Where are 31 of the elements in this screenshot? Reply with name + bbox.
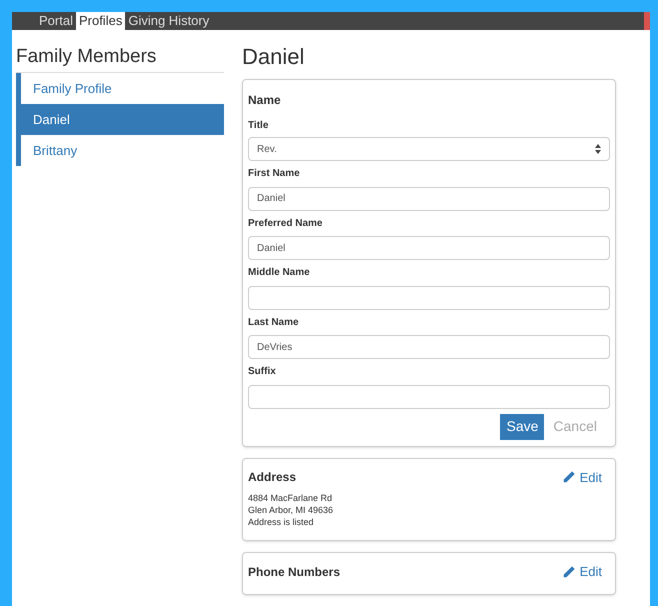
address-line: 4884 MacFarlane Rd — [248, 492, 334, 504]
card-title: Name — [248, 92, 282, 109]
text-field[interactable] — [248, 286, 610, 310]
page-title: Daniel — [242, 45, 306, 69]
nav-tab[interactable]: Giving History — [125, 12, 212, 30]
nav-tab[interactable]: Portal — [36, 12, 76, 30]
card-title: Address — [248, 469, 296, 486]
text-field[interactable]: Daniel — [248, 236, 610, 260]
pencil-icon — [562, 564, 576, 579]
edit-link[interactable]: Edit — [562, 468, 602, 487]
field-label: Preferred Name — [248, 216, 324, 230]
text-field[interactable] — [248, 384, 610, 408]
pencil-icon — [562, 470, 576, 484]
text-field[interactable]: DeVries — [248, 335, 610, 359]
field-label: Last Name — [248, 316, 300, 330]
title-select[interactable]: Rev. — [248, 137, 610, 161]
card-title: Phone Numbers — [248, 564, 340, 581]
select-value: Rev. — [257, 142, 277, 156]
save-button[interactable]: Save — [500, 414, 544, 440]
sidebar-item[interactable]: Daniel — [16, 104, 224, 135]
updown-caret-icon — [595, 144, 601, 154]
edit-link[interactable]: Edit — [562, 562, 602, 582]
field-label: First Name — [248, 167, 301, 181]
text-field[interactable]: Daniel — [248, 186, 610, 210]
status-marker — [644, 12, 650, 30]
address-line: Glen Arbor, MI 49636 — [248, 504, 334, 516]
address-line: Address is listed — [248, 516, 315, 528]
nav-tab[interactable]: Profiles — [76, 12, 126, 30]
field-label: Middle Name — [248, 266, 311, 280]
field-label: Title — [248, 119, 270, 133]
field-label: Suffix — [248, 365, 277, 379]
